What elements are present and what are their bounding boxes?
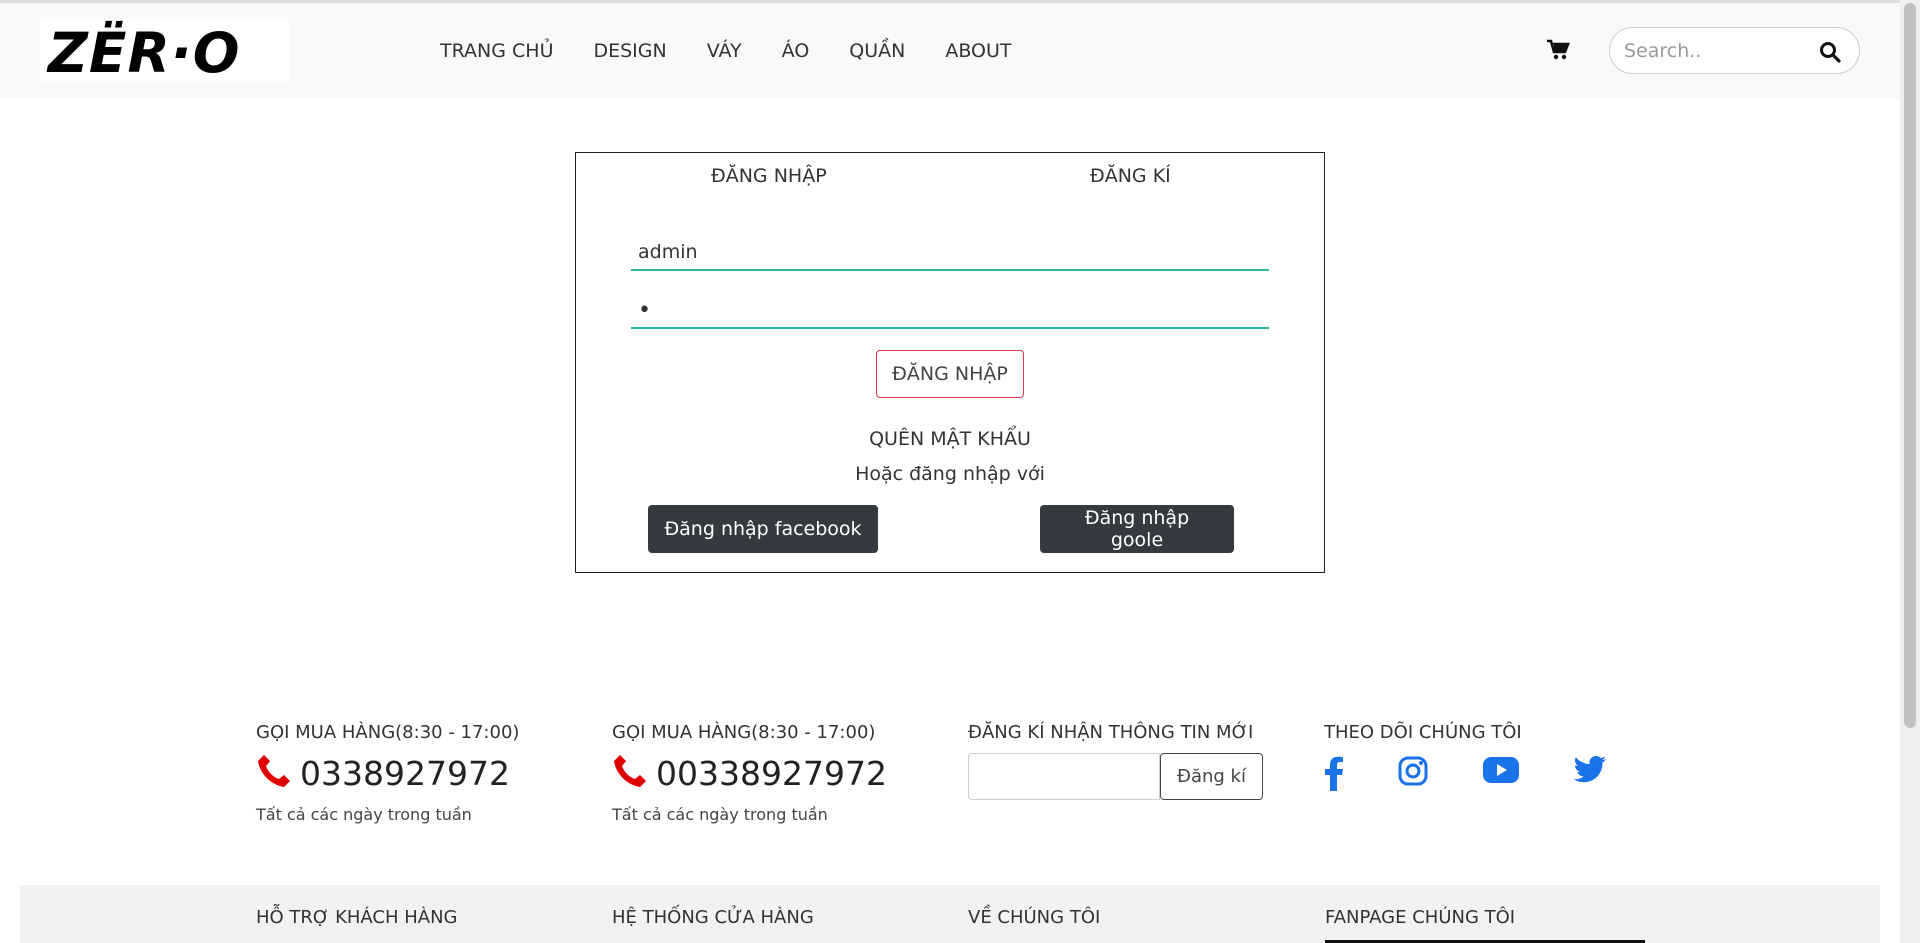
facebook-icon[interactable] <box>1324 755 1344 795</box>
fanpage-heading: FANPAGE CHÚNG TÔI <box>1325 907 1516 928</box>
footer-links-bar: HỖ TRỢ KHÁCH HÀNG HỆ THỐNG CỬA HÀNG VỀ C… <box>20 885 1880 943</box>
newsletter-title: ĐĂNG KÍ NHẬN THÔNG TIN MỚI <box>968 722 1254 743</box>
facebook-login-button[interactable]: Đăng nhập facebook <box>648 505 878 553</box>
phone-number[interactable]: 0338927972 <box>300 754 510 793</box>
footer-follow: THEO DÕI CHÚNG TÔI <box>1324 722 1660 795</box>
search-input[interactable] <box>1624 38 1814 64</box>
google-login-button[interactable]: Đăng nhập goole <box>1040 505 1234 553</box>
tab-login[interactable]: ĐĂNG NHẬP <box>711 165 827 187</box>
nav-item-about[interactable]: ABOUT <box>945 40 1011 62</box>
nav-item-home[interactable]: TRANG CHỦ <box>440 40 553 62</box>
nav-item-pants[interactable]: QUẦN <box>849 40 905 62</box>
footer-call-2: GỌI MUA HÀNG(8:30 - 17:00) 00338927972 T… <box>612 722 887 824</box>
nav-item-design[interactable]: DESIGN <box>593 40 666 62</box>
call-title: GỌI MUA HÀNG(8:30 - 17:00) <box>256 722 520 743</box>
newsletter-email-input[interactable] <box>968 753 1160 800</box>
main-menu: TRANG CHỦ DESIGN VÁY ÁO QUẦN ABOUT <box>440 40 1052 62</box>
login-submit-button[interactable]: ĐĂNG NHẬP <box>876 350 1024 398</box>
scrollbar-thumb[interactable] <box>1904 3 1916 728</box>
newsletter-subscribe-button[interactable]: Đăng kí <box>1160 753 1263 800</box>
call-hours-note: Tất cả các ngày trong tuần <box>612 805 828 824</box>
username-field[interactable] <box>631 235 1269 271</box>
footer-call-1: GỌI MUA HÀNG(8:30 - 17:00) 0338927972 Tấ… <box>256 722 519 824</box>
login-panel: ĐĂNG NHẬP ĐĂNG KÍ ĐĂNG NHẬP QUÊN MẬT KHẨ… <box>575 152 1325 573</box>
nav-item-dresses[interactable]: VÁY <box>707 40 742 62</box>
instagram-icon[interactable] <box>1397 755 1429 795</box>
alt-login-label: Hoặc đăng nhập với <box>855 463 1045 485</box>
cart-icon[interactable] <box>1546 39 1570 61</box>
forgot-password-link[interactable]: QUÊN MẬT KHẨU <box>576 428 1324 450</box>
stores-heading: HỆ THỐNG CỬA HÀNG <box>612 907 814 928</box>
phone-icon <box>256 753 292 793</box>
call-title: GỌI MUA HÀNG(8:30 - 17:00) <box>612 722 876 743</box>
navbar: ZËR·O TRANG CHỦ DESIGN VÁY ÁO QUẦN ABOUT <box>0 3 1900 98</box>
call-hours-note: Tất cả các ngày trong tuần <box>256 805 472 824</box>
phone-number[interactable]: 00338927972 <box>656 754 887 793</box>
footer-newsletter: ĐĂNG KÍ NHẬN THÔNG TIN MỚI Đăng kí <box>968 722 1263 800</box>
brand-logo[interactable]: ZËR·O <box>40 19 289 85</box>
logo-text: ZËR·O <box>48 21 241 85</box>
search-icon[interactable] <box>1819 41 1841 63</box>
youtube-icon[interactable] <box>1482 755 1520 795</box>
password-field[interactable] <box>631 293 1269 329</box>
search-box <box>1609 27 1860 74</box>
twitter-icon[interactable] <box>1573 755 1607 795</box>
page-scrollbar[interactable] <box>1900 0 1920 943</box>
phone-icon <box>612 753 648 793</box>
nav-item-shirts[interactable]: ÁO <box>782 40 810 62</box>
about-heading: VỀ CHÚNG TÔI <box>968 907 1101 928</box>
tab-register[interactable]: ĐĂNG KÍ <box>1090 165 1171 187</box>
follow-title: THEO DÕI CHÚNG TÔI <box>1324 722 1522 743</box>
support-heading: HỖ TRỢ KHÁCH HÀNG <box>256 907 458 928</box>
